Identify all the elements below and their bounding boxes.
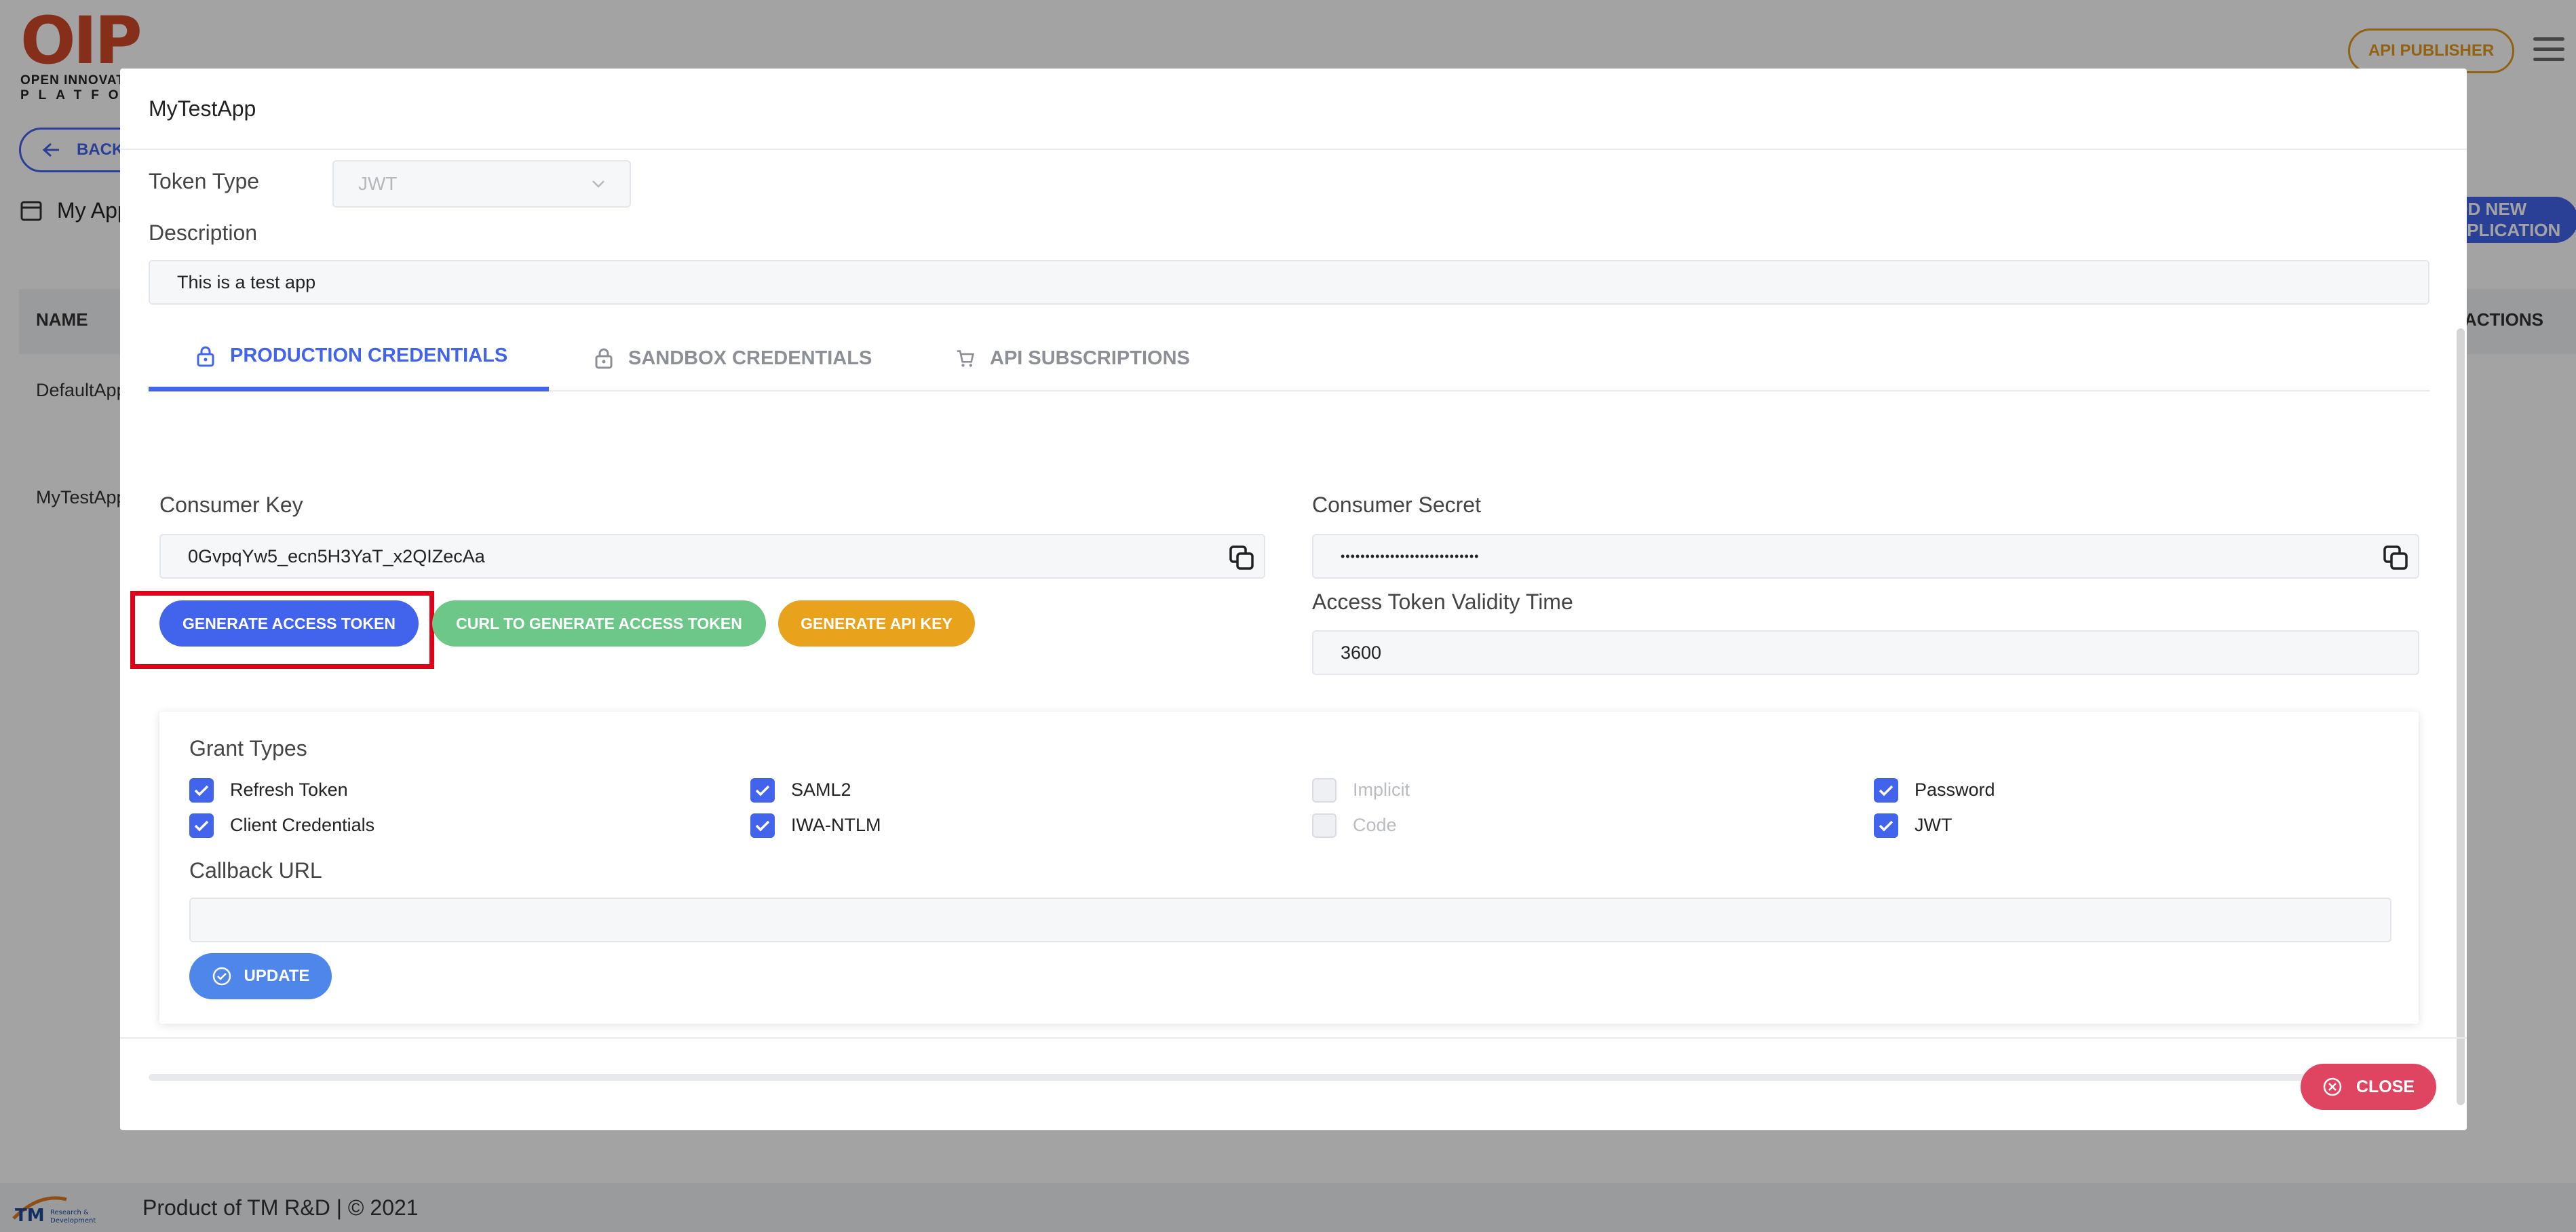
modal-footer: CLOSE: [120, 1037, 2467, 1130]
application-modal: MyTestApp Token Type JWT Description Thi…: [120, 69, 2467, 1130]
refresh-token-checkbox[interactable]: [189, 778, 214, 803]
consumer-secret-input[interactable]: ••••••••••••••••••••••••••••: [1312, 534, 2419, 579]
iwa-ntlm-checkbox[interactable]: [750, 813, 775, 838]
implicit-label: Implicit: [1353, 779, 1410, 800]
refresh-token-label: Refresh Token: [230, 779, 348, 800]
lock-icon: [197, 346, 214, 366]
credentials-tabs: PRODUCTION CREDENTIALS SANDBOX CREDENTIA…: [149, 325, 2429, 391]
callback-url-input[interactable]: [189, 898, 2391, 942]
tab-label: PRODUCTION CREDENTIALS: [230, 345, 508, 366]
consumer-secret-value: ••••••••••••••••••••••••••••: [1341, 549, 1480, 563]
cart-icon: [957, 350, 975, 367]
password-checkbox[interactable]: [1874, 778, 1898, 803]
update-button[interactable]: UPDATE: [189, 953, 332, 999]
check-icon: [194, 785, 209, 796]
modal-title: MyTestApp: [149, 96, 256, 121]
update-label: UPDATE: [244, 967, 310, 985]
modal-body: Token Type JWT Description This is a tes…: [120, 150, 2467, 1106]
highlight-box: [130, 591, 434, 669]
check-icon: [1879, 785, 1893, 796]
jwt-label: JWT: [1915, 815, 1953, 835]
jwt-checkbox[interactable]: [1874, 813, 1898, 838]
consumer-key-label: Consumer Key: [159, 493, 303, 517]
grant-types-label: Grant Types: [189, 736, 307, 761]
grant-types-card: Grant Types Refresh Token SAML2 Implicit…: [159, 712, 2419, 1024]
curl-generate-token-button[interactable]: CURL TO GENERATE ACCESS TOKEN: [432, 600, 766, 647]
vertical-scrollbar[interactable]: [2457, 328, 2465, 1105]
close-label: CLOSE: [2356, 1077, 2415, 1096]
tab-label: SANDBOX CREDENTIALS: [628, 347, 872, 369]
iwa-ntlm-label: IWA-NTLM: [791, 815, 881, 835]
implicit-checkbox[interactable]: [1312, 778, 1337, 803]
description-label: Description: [149, 220, 258, 245]
token-type-label: Token Type: [149, 169, 260, 193]
saml2-checkbox[interactable]: [750, 778, 775, 803]
copy-icon[interactable]: [1229, 545, 1254, 571]
password-label: Password: [1915, 779, 1995, 800]
tab-label: API SUBSCRIPTIONS: [990, 347, 1190, 369]
validity-time-value: 3600: [1341, 642, 1382, 663]
modal-header: MyTestApp: [120, 69, 2467, 150]
chevron-down-icon: [592, 180, 604, 188]
client-credentials-label: Client Credentials: [230, 815, 375, 835]
close-circle-icon: [2323, 1077, 2342, 1096]
client-credentials-checkbox[interactable]: [189, 813, 214, 838]
saml2-label: SAML2: [791, 779, 851, 800]
close-button[interactable]: CLOSE: [2301, 1064, 2436, 1110]
token-type-value: JWT: [358, 173, 398, 194]
generate-api-key-button[interactable]: GENERATE API KEY: [778, 600, 975, 647]
validity-time-input[interactable]: 3600: [1312, 630, 2419, 675]
code-checkbox[interactable]: [1312, 813, 1337, 838]
description-input[interactable]: This is a test app: [149, 260, 2429, 305]
check-icon: [755, 820, 770, 832]
lock-icon: [595, 348, 613, 369]
validity-time-label: Access Token Validity Time: [1312, 590, 1573, 614]
consumer-key-value: 0GvpqYw5_ecn5H3YaT_x2QIZecAa: [188, 545, 485, 566]
tab-api-subscriptions[interactable]: API SUBSCRIPTIONS: [908, 325, 1190, 391]
check-icon: [1879, 820, 1893, 832]
tab-production-credentials[interactable]: PRODUCTION CREDENTIALS: [149, 325, 549, 391]
consumer-secret-label: Consumer Secret: [1312, 493, 1481, 517]
check-icon: [194, 820, 209, 832]
callback-url-label: Callback URL: [189, 858, 322, 883]
check-icon: [755, 785, 770, 796]
token-type-select[interactable]: JWT: [332, 160, 631, 208]
check-circle-icon: [212, 967, 231, 986]
copy-icon[interactable]: [2383, 545, 2408, 571]
consumer-key-input[interactable]: 0GvpqYw5_ecn5H3YaT_x2QIZecAa: [159, 534, 1265, 579]
tab-sandbox-credentials[interactable]: SANDBOX CREDENTIALS: [549, 325, 872, 391]
code-label: Code: [1353, 815, 1397, 835]
